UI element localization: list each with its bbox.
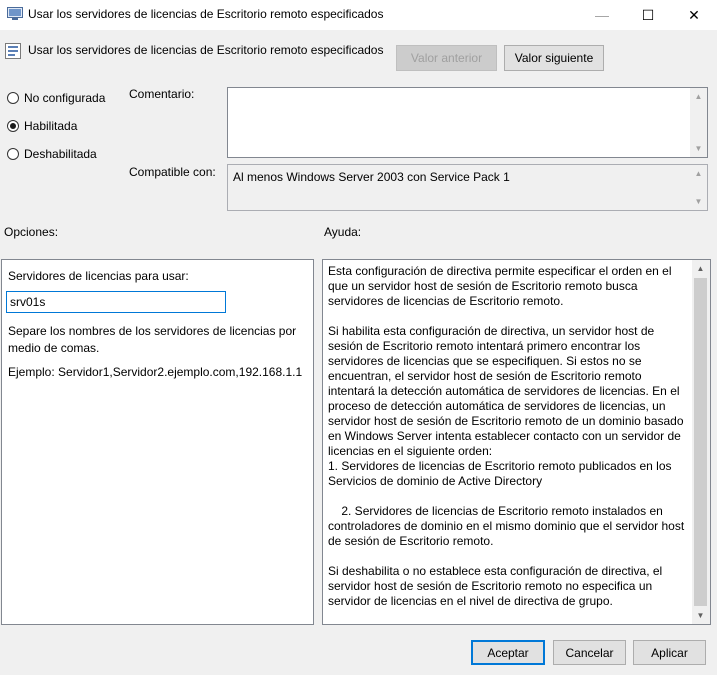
help-paragraph: 2. Servidores de licencias de Escritorio… bbox=[328, 504, 688, 548]
help-panel: Esta configuración de directiva permite … bbox=[322, 259, 711, 625]
radio-disabled[interactable]: Deshabilitada bbox=[7, 147, 97, 161]
radio-enabled[interactable]: Habilitada bbox=[7, 119, 77, 133]
help-paragraph: Si habilita esta configuración de direct… bbox=[328, 324, 684, 488]
compatible-value: Al menos Windows Server 2003 con Service… bbox=[233, 170, 510, 184]
help-scrollbar[interactable]: ▲ ▼ bbox=[692, 260, 710, 624]
compatible-label: Compatible con: bbox=[129, 165, 216, 179]
radio-not-configured[interactable]: No configurada bbox=[7, 91, 105, 105]
scroll-down-icon[interactable]: ▼ bbox=[690, 140, 707, 157]
radio-label: Habilitada bbox=[24, 119, 78, 133]
ok-button[interactable]: Aceptar bbox=[471, 640, 545, 665]
scroll-down-icon[interactable]: ▼ bbox=[692, 607, 709, 624]
previous-setting-button[interactable]: Valor anterior bbox=[396, 45, 497, 71]
scroll-thumb[interactable] bbox=[694, 278, 707, 606]
window-title: Usar los servidores de licencias de Escr… bbox=[28, 7, 384, 21]
license-servers-label: Servidores de licencias para usar: bbox=[8, 269, 189, 283]
scroll-down-icon[interactable]: ▼ bbox=[690, 193, 707, 210]
comment-textarea[interactable]: ▲ ▼ bbox=[227, 87, 708, 158]
comment-scrollbar[interactable]: ▲ ▼ bbox=[690, 88, 707, 157]
scroll-up-icon[interactable]: ▲ bbox=[692, 260, 709, 277]
policy-settings-icon bbox=[7, 7, 23, 20]
next-setting-button[interactable]: Valor siguiente bbox=[504, 45, 604, 71]
maximize-button[interactable]: ☐ bbox=[625, 0, 671, 30]
close-button[interactable]: ✕ bbox=[671, 0, 717, 30]
compatible-scrollbar[interactable]: ▲ ▼ bbox=[690, 165, 707, 210]
compatible-box: Al menos Windows Server 2003 con Service… bbox=[227, 164, 708, 211]
radio-label: Deshabilitada bbox=[24, 147, 97, 161]
radio-circle[interactable] bbox=[7, 120, 19, 132]
license-servers-input[interactable]: srv01s bbox=[6, 291, 226, 313]
options-panel: Servidores de licencias para usar: srv01… bbox=[1, 259, 314, 625]
comment-label: Comentario: bbox=[129, 87, 195, 101]
policy-settings-icon bbox=[5, 43, 21, 59]
license-servers-value: srv01s bbox=[10, 295, 46, 309]
minimize-button[interactable]: — bbox=[579, 0, 625, 30]
separator-hint: Separe los nombres de los servidores de … bbox=[8, 324, 297, 355]
help-paragraph: Si deshabilita o no establece esta confi… bbox=[328, 564, 663, 608]
scroll-up-icon[interactable]: ▲ bbox=[690, 88, 707, 105]
help-heading: Ayuda: bbox=[324, 225, 362, 239]
scroll-up-icon[interactable]: ▲ bbox=[690, 165, 707, 182]
cancel-button[interactable]: Cancelar bbox=[553, 640, 626, 665]
help-text: Esta configuración de directiva permite … bbox=[328, 264, 690, 624]
example-text: Ejemplo: Servidor1,Servidor2.ejemplo.com… bbox=[8, 365, 303, 379]
radio-circle[interactable] bbox=[7, 148, 19, 160]
radio-label: No configurada bbox=[24, 91, 106, 105]
apply-button[interactable]: Aplicar bbox=[633, 640, 706, 665]
title-bar: Usar los servidores de licencias de Escr… bbox=[0, 0, 717, 30]
help-paragraph: Esta configuración de directiva permite … bbox=[328, 264, 672, 308]
options-heading: Opciones: bbox=[4, 225, 59, 239]
radio-circle[interactable] bbox=[7, 92, 19, 104]
policy-name: Usar los servidores de licencias de Escr… bbox=[28, 43, 384, 57]
